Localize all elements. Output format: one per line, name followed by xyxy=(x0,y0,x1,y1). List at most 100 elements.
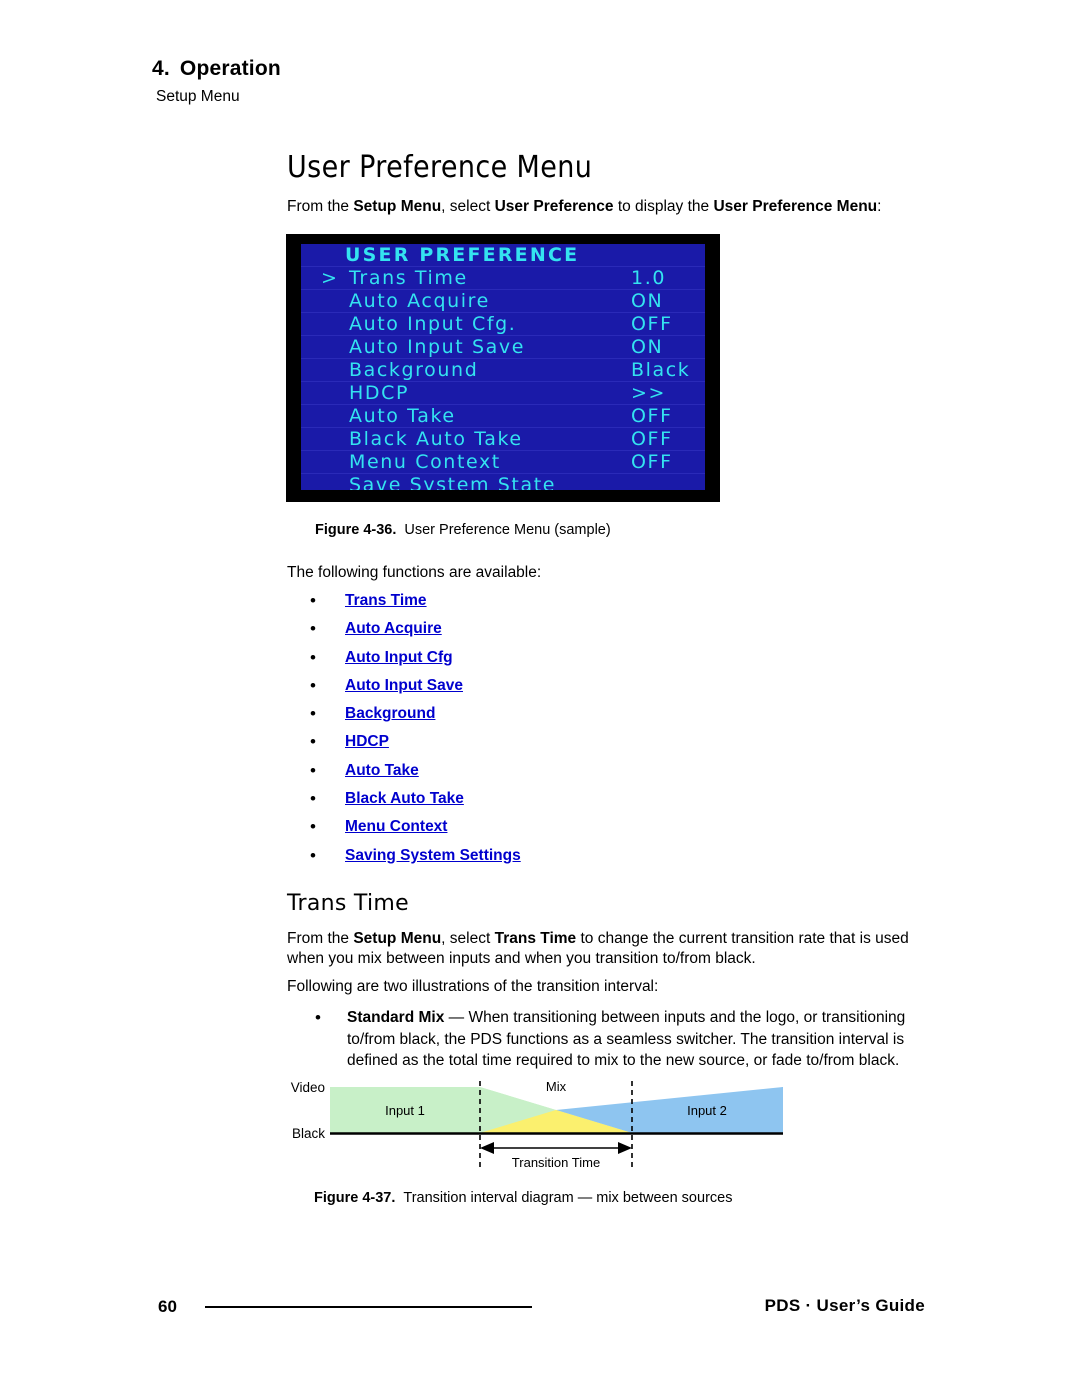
osd-label-hdcp: HDCP xyxy=(349,382,410,404)
osd-value-auto-acquire: ON xyxy=(631,290,664,312)
figure-36-number: Figure 4-36. xyxy=(315,522,397,538)
trans-bold-setup-menu: Setup Menu xyxy=(353,930,442,947)
bullet-icon: • xyxy=(310,675,316,695)
bullet-icon: • xyxy=(310,591,316,610)
subsection-title-trans-time: Trans Time xyxy=(287,891,409,916)
osd-label-auto-acquire: Auto Acquire xyxy=(349,290,490,312)
link-hdcp[interactable]: HDCP xyxy=(345,733,389,751)
page-number: 60 xyxy=(158,1297,177,1316)
osd-label-auto-input-save: Auto Input Save xyxy=(349,336,526,358)
bullet-icon: • xyxy=(310,817,316,837)
list-item[interactable]: • Auto Input Save xyxy=(310,677,730,705)
page-title: User Preference Menu xyxy=(287,150,593,185)
osd-value-auto-input-save: ON xyxy=(631,336,664,358)
osd-label-auto-input-cfg: Auto Input Cfg. xyxy=(349,313,517,335)
list-item[interactable]: • HDCP xyxy=(310,733,730,761)
figure-37-number: Figure 4-37. xyxy=(314,1190,396,1206)
link-saving-system-settings[interactable]: Saving System Settings xyxy=(345,847,521,865)
osd-row-hdcp[interactable]: HDCP >> xyxy=(301,382,705,405)
diagram-label-black: Black xyxy=(292,1126,325,1141)
osd-row-auto-take[interactable]: Auto Take OFF xyxy=(301,405,705,428)
osd-cursor-icon: > xyxy=(321,267,339,289)
list-item[interactable]: • Trans Time xyxy=(310,592,730,620)
footer-divider xyxy=(205,1306,532,1308)
osd-label-auto-take: Auto Take xyxy=(349,405,456,427)
intro-text-2: , select xyxy=(441,198,495,215)
intro-bold-user-preference: User Preference xyxy=(494,198,614,215)
intro-text-4: : xyxy=(877,198,882,215)
osd-row-auto-acquire[interactable]: Auto Acquire ON xyxy=(301,290,705,313)
trans-text-1: From the xyxy=(287,930,354,947)
osd-row-save-system-state[interactable]: Save System State xyxy=(301,474,705,490)
osd-value-black-auto-take: OFF xyxy=(631,428,673,450)
figure-36-caption: Figure 4-36. User Preference Menu (sample… xyxy=(315,522,611,538)
bullet-icon: • xyxy=(315,1008,321,1027)
chapter-number: 4. xyxy=(152,57,170,80)
osd-label-menu-context: Menu Context xyxy=(349,451,501,473)
diagram-label-transition-time: Transition Time xyxy=(512,1155,600,1170)
function-link-list: • Trans Time • Auto Acquire • Auto Input… xyxy=(310,592,730,875)
osd-value-menu-context: OFF xyxy=(631,451,673,473)
link-auto-acquire[interactable]: Auto Acquire xyxy=(345,620,442,638)
link-auto-input-save[interactable]: Auto Input Save xyxy=(345,677,463,695)
trans-text-2: , select xyxy=(441,930,495,947)
intro-paragraph: From the Setup Menu, select User Prefere… xyxy=(287,197,947,217)
link-trans-time[interactable]: Trans Time xyxy=(345,592,427,610)
osd-value-trans-time: 1.0 xyxy=(631,267,667,289)
osd-value-auto-input-cfg: OFF xyxy=(631,313,673,335)
osd-menu-screenshot: USER PREFERENCE > Trans Time 1.0 Auto Ac… xyxy=(286,234,720,502)
standard-mix-text: Standard Mix — When transitioning betwee… xyxy=(347,1007,940,1072)
figure-37-caption: Figure 4-37. Transition interval diagram … xyxy=(314,1190,732,1206)
intro-bold-setup-menu: Setup Menu xyxy=(353,198,442,215)
bullet-icon: • xyxy=(310,704,316,724)
trans-bold-trans-time: Trans Time xyxy=(494,930,577,947)
diagram-label-input2: Input 2 xyxy=(687,1103,727,1118)
osd-row-black-auto-take[interactable]: Black Auto Take OFF xyxy=(301,428,705,451)
diagram-label-video: Video xyxy=(291,1080,325,1095)
osd-label-save-system-state: Save System State xyxy=(349,474,557,490)
link-auto-input-cfg[interactable]: Auto Input Cfg xyxy=(345,649,453,667)
standard-mix-label: Standard Mix xyxy=(347,1009,445,1026)
arrow-right-icon xyxy=(618,1142,632,1154)
list-item[interactable]: • Auto Take xyxy=(310,762,730,790)
list-item[interactable]: • Auto Input Cfg xyxy=(310,649,730,677)
list-item[interactable]: • Saving System Settings xyxy=(310,847,730,875)
osd-value-background: Black xyxy=(631,359,691,381)
link-background[interactable]: Background xyxy=(345,705,435,723)
osd-menu-body: USER PREFERENCE > Trans Time 1.0 Auto Ac… xyxy=(301,244,705,490)
link-black-auto-take[interactable]: Black Auto Take xyxy=(345,790,464,808)
figure-37-text: Transition interval diagram — mix betwee… xyxy=(403,1190,733,1206)
link-auto-take[interactable]: Auto Take xyxy=(345,762,419,780)
osd-row-auto-input-cfg[interactable]: Auto Input Cfg. OFF xyxy=(301,313,705,336)
list-item[interactable]: • Black Auto Take xyxy=(310,790,730,818)
bullet-icon: • xyxy=(310,619,316,639)
osd-label-trans-time: Trans Time xyxy=(349,267,468,289)
list-item[interactable]: • Menu Context xyxy=(310,818,730,846)
figure-36-text: User Preference Menu (sample) xyxy=(404,522,611,538)
intro-text-1: From the xyxy=(287,198,354,215)
bullet-icon: • xyxy=(310,789,316,809)
osd-row-auto-input-save[interactable]: Auto Input Save ON xyxy=(301,336,705,359)
transition-interval-diagram: Video Black Input 1 Input 2 Mix Transiti… xyxy=(275,1075,815,1185)
trans-time-paragraph-1: From the Setup Menu, select Trans Time t… xyxy=(287,929,935,969)
document-page: 4. Operation Setup Menu User Preference M… xyxy=(0,0,1080,1397)
osd-label-black-auto-take: Black Auto Take xyxy=(349,428,523,450)
chapter-heading: 4. Operation xyxy=(152,57,281,81)
bullet-icon: • xyxy=(310,647,316,667)
osd-row-trans-time[interactable]: > Trans Time 1.0 xyxy=(301,267,705,290)
intro-bold-user-preference-menu: User Preference Menu xyxy=(713,198,878,215)
bullet-icon: • xyxy=(310,845,316,865)
diagram-label-mix: Mix xyxy=(546,1079,567,1094)
osd-label-background: Background xyxy=(349,359,479,381)
osd-menu-title: USER PREFERENCE xyxy=(301,244,705,267)
arrow-left-icon xyxy=(480,1142,494,1154)
osd-row-background[interactable]: Background Black xyxy=(301,359,705,382)
chapter-title: Operation xyxy=(179,57,281,80)
bullet-icon: • xyxy=(310,760,316,780)
intro-text-3: to display the xyxy=(613,198,714,215)
list-item[interactable]: • Auto Acquire xyxy=(310,620,730,648)
link-menu-context[interactable]: Menu Context xyxy=(345,818,447,836)
osd-value-auto-take: OFF xyxy=(631,405,673,427)
list-item[interactable]: • Background xyxy=(310,705,730,733)
osd-row-menu-context[interactable]: Menu Context OFF xyxy=(301,451,705,474)
